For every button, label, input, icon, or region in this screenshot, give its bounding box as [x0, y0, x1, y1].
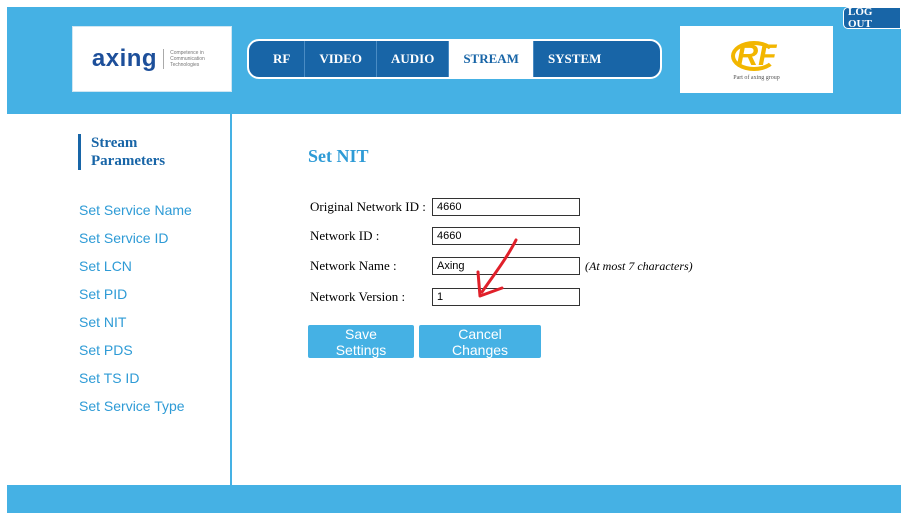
- sidebar-nav: Set Service Name Set Service ID Set LCN …: [79, 201, 192, 425]
- red-arrow-icon: [476, 238, 518, 298]
- logo-divider: [163, 49, 165, 69]
- axing-logo: axing Competence in Communication Techno…: [72, 26, 232, 92]
- sidebar-link-service-id[interactable]: Set Service ID: [79, 229, 192, 257]
- cancel-changes-button[interactable]: Cancel Changes: [419, 325, 541, 358]
- network-name-label: Network Name :: [310, 258, 397, 273]
- tab-rf[interactable]: RF: [259, 41, 306, 77]
- tab-stream[interactable]: STREAM: [449, 41, 534, 77]
- rf-caption: Part of axing group: [733, 74, 780, 81]
- sidebar-link-nit[interactable]: Set NIT: [79, 313, 192, 341]
- rf-ring-icon: [730, 40, 777, 71]
- original-network-id-row: Original Network ID :: [310, 197, 580, 217]
- page-title: Set NIT: [308, 146, 369, 166]
- network-id-label: Network ID :: [310, 228, 380, 243]
- sidebar-link-ts-id[interactable]: Set TS ID: [79, 369, 192, 397]
- sidebar-link-lcn[interactable]: Set LCN: [79, 257, 192, 285]
- network-version-row: Network Version :: [310, 287, 580, 307]
- sidebar-link-service-type[interactable]: Set Service Type: [79, 397, 192, 425]
- original-network-id-label: Original Network ID :: [310, 199, 426, 214]
- save-settings-button[interactable]: Save Settings: [308, 325, 414, 358]
- network-name-hint: (At most 7 characters): [585, 258, 693, 273]
- network-id-row: Network ID :: [310, 226, 580, 246]
- logout-button[interactable]: LOG OUT: [843, 6, 901, 30]
- sidebar-link-pds[interactable]: Set PDS: [79, 341, 192, 369]
- rf-partner-logo: RF Part of axing group: [680, 26, 833, 93]
- sidebar-link-service-name[interactable]: Set Service Name: [79, 201, 192, 229]
- tab-audio[interactable]: AUDIO: [377, 41, 450, 77]
- sidebar-divider: [230, 114, 232, 485]
- tab-system[interactable]: SYSTEM: [534, 41, 615, 77]
- logo-tagline: Competence in Communication Technologies: [170, 50, 205, 68]
- footer-bar: [7, 485, 901, 513]
- main-nav: RF VIDEO AUDIO STREAM SYSTEM: [247, 39, 662, 79]
- original-network-id-field[interactable]: [432, 198, 580, 216]
- logo-word: axing: [91, 45, 158, 72]
- tab-video[interactable]: VIDEO: [305, 41, 377, 77]
- network-version-label: Network Version :: [310, 289, 406, 304]
- rf-mark: RF: [730, 39, 777, 73]
- sidebar-link-pid[interactable]: Set PID: [79, 285, 192, 313]
- sidebar-title: Stream Parameters: [78, 134, 211, 170]
